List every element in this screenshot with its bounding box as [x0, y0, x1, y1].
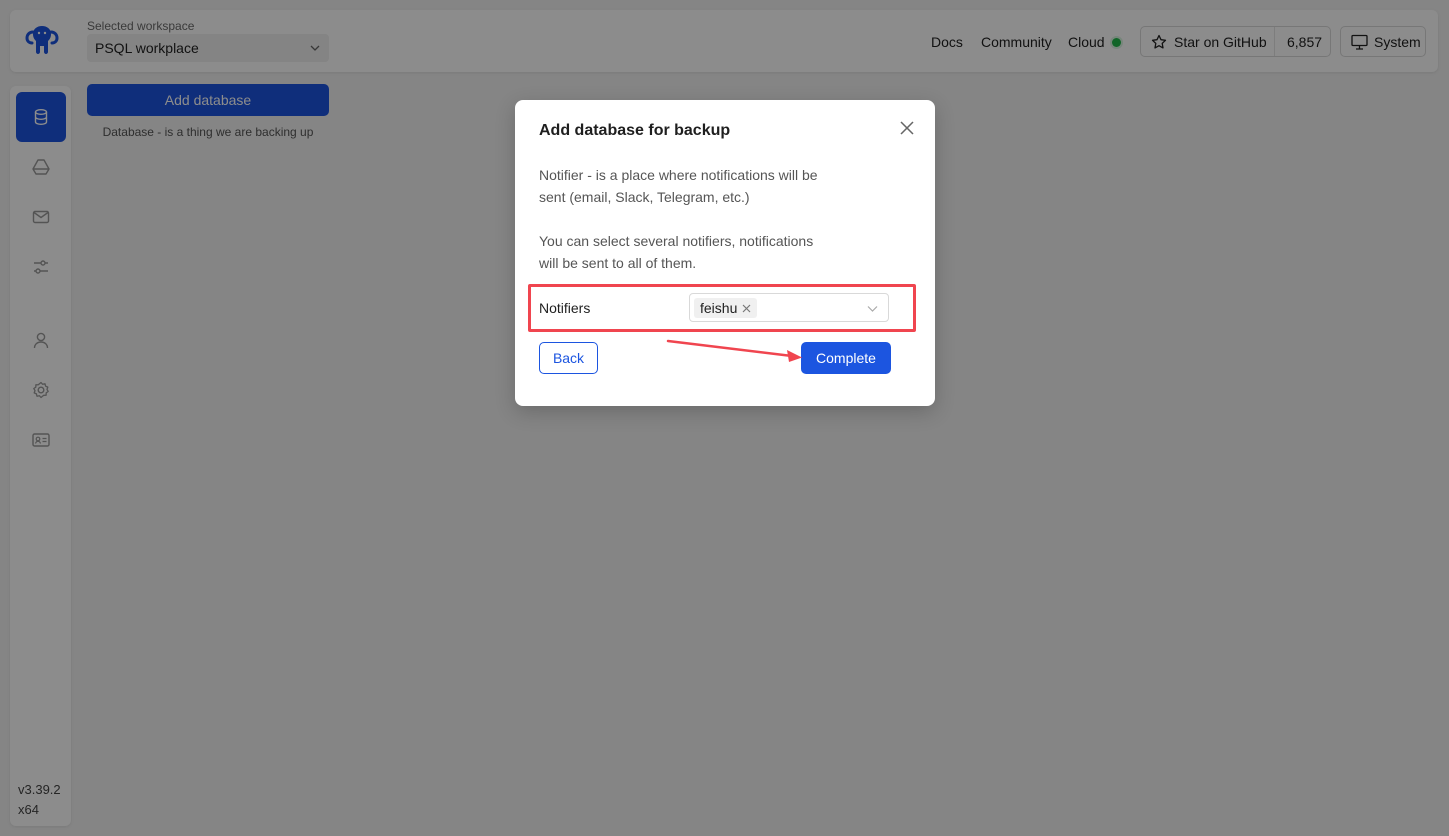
- notifier-tag: feishu: [694, 298, 758, 318]
- notifier-tag-label: feishu: [700, 300, 738, 316]
- notifier-description-line-1: Notifier - is a place where notification…: [539, 167, 818, 183]
- notifier-hint: You can select several notifiers, notifi…: [539, 230, 829, 274]
- notifiers-label: Notifiers: [539, 300, 591, 316]
- back-button[interactable]: Back: [539, 342, 598, 374]
- chevron-down-icon: [867, 306, 878, 312]
- notifier-description: Notifier - is a place where notification…: [539, 164, 829, 208]
- notifier-hint-line-2: will be sent to all of them.: [539, 255, 697, 271]
- add-database-modal: Add database for backup Notifier - is a …: [515, 100, 935, 406]
- remove-tag-icon[interactable]: [742, 304, 751, 313]
- notifier-hint-line-1: You can select several notifiers, notifi…: [539, 233, 814, 249]
- complete-button[interactable]: Complete: [801, 342, 891, 374]
- notifiers-select[interactable]: feishu: [689, 293, 889, 322]
- notifier-description-line-2: sent (email, Slack, Telegram, etc.): [539, 189, 750, 205]
- close-icon[interactable]: [899, 120, 915, 136]
- modal-title: Add database for backup: [539, 122, 731, 139]
